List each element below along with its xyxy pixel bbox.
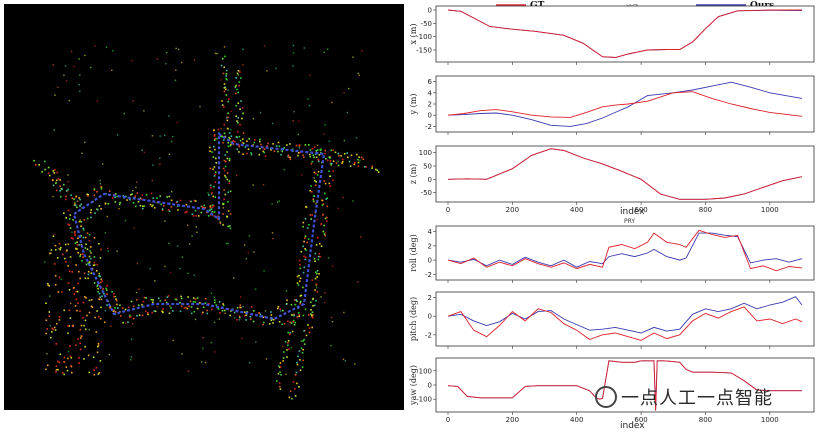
point-cloud-map — [4, 4, 404, 410]
trajectory-charts: GT Ours XYZ PRY index index 0-50-100-150… — [406, 0, 820, 431]
x-ytick-label: 0 — [428, 7, 432, 15]
x-ytick-label: -100 — [416, 33, 432, 41]
z-xtick-label: 800 — [699, 206, 712, 214]
pitch-ytick-label: -2 — [425, 331, 432, 339]
z-ytick-label: 50 — [423, 163, 432, 171]
z-ylabel: z (m) — [409, 164, 418, 185]
z-ytick-label: -50 — [421, 189, 432, 197]
z-plot-frame — [435, 145, 815, 203]
z-ytick-label: 100 — [419, 149, 432, 157]
roll-ytick-label: 0 — [428, 257, 432, 265]
y-ytick-label: 0 — [428, 112, 432, 120]
pitch-plot-frame — [435, 291, 815, 347]
x-ytick-label: -150 — [416, 47, 432, 55]
y-ytick-label: 6 — [428, 78, 433, 86]
yaw-xtick-label: 600 — [634, 416, 647, 424]
x-plot-frame — [435, 5, 815, 63]
pry-title: PRY — [624, 218, 635, 225]
roll-ytick-label: 4 — [428, 228, 433, 236]
yaw-xtick-label: 1000 — [761, 416, 779, 424]
z-xtick-label: 600 — [634, 206, 647, 214]
point-cloud-map-graphic — [33, 44, 380, 400]
yaw-ylabel: yaw (deg) — [409, 365, 418, 406]
roll-plot-frame — [435, 225, 815, 281]
pitch-ytick-label: 0 — [428, 313, 432, 321]
z-ytick-label: 0 — [428, 176, 432, 184]
yaw-xtick-label: 800 — [699, 416, 712, 424]
y-ytick-label: -2 — [425, 123, 432, 131]
z-xtick-label: 400 — [570, 206, 583, 214]
subplot-x: 0 -50 -100 -150 x (m) — [409, 5, 815, 65]
x-ylabel: x (m) — [409, 24, 418, 45]
y-ylabel: y (m) — [409, 94, 418, 116]
subplot-pitch: 2 0 -2 pitch (deg) — [409, 291, 815, 349]
wechat-logo-icon — [595, 386, 617, 408]
x-ytick-label: -50 — [421, 20, 432, 28]
roll-ylabel: roll (deg) — [409, 234, 418, 272]
pitch-ylabel: pitch (deg) — [409, 297, 418, 341]
point-cloud-points — [33, 44, 380, 400]
subplot-z: 100 50 0 -50 0 200 400 600 800 1000 z (m) — [409, 145, 815, 214]
z-xtick-label: 200 — [506, 206, 519, 214]
pitch-ytick-label: 2 — [428, 294, 432, 302]
yaw-ytick-label: 0 — [428, 382, 432, 390]
yaw-xtick-label: 400 — [570, 416, 583, 424]
roll-ytick-label: 2 — [428, 242, 432, 250]
z-xtick-label: 0 — [446, 206, 450, 214]
watermark: 一点人工一点智能 — [595, 384, 773, 410]
subplot-y: 6 4 2 0 -2 y (m) — [409, 75, 815, 135]
yaw-xtick-label: 200 — [506, 416, 519, 424]
z-xtick-label: 1000 — [761, 206, 779, 214]
subplots-group: 0-50-100-150x (m)6420-2y (m)100500-500 20… — [409, 5, 815, 424]
yaw-ytick-label: 100 — [419, 367, 432, 375]
y-ytick-label: 4 — [428, 89, 433, 97]
yaw-ytick-label: -100 — [416, 396, 432, 404]
subplot-roll: 4 2 0 -2 roll (deg) — [409, 225, 815, 283]
roll-ytick-label: -2 — [425, 271, 432, 279]
y-ytick-label: 2 — [428, 101, 432, 109]
watermark-text: 一点人工一点智能 — [621, 388, 773, 409]
charts-canvas: GT Ours XYZ PRY index index 0-50-100-150… — [409, 1, 815, 431]
yaw-xtick-label: 0 — [446, 416, 450, 424]
